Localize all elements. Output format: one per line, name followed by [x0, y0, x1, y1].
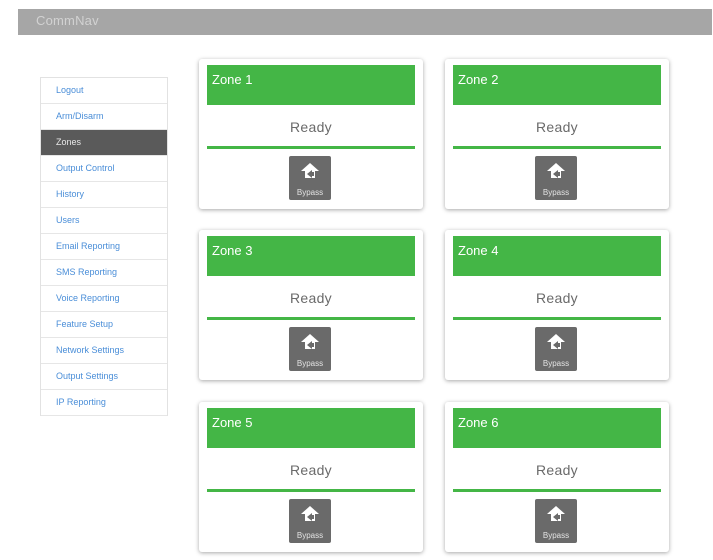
sidebar-item-email-reporting[interactable]: Email Reporting — [41, 234, 167, 260]
zone-status-bar — [207, 317, 415, 320]
bypass-label: Bypass — [296, 531, 324, 540]
bypass-button[interactable]: Bypass — [289, 327, 331, 371]
sidebar-item-arm-disarm[interactable]: Arm/Disarm — [41, 104, 167, 130]
zone-card: Zone 6 Ready Bypass — [445, 402, 669, 552]
sidebar-item-zones[interactable]: Zones — [41, 130, 167, 156]
zone-title: Zone 2 — [458, 72, 499, 87]
zone-status: Ready — [290, 462, 332, 478]
bypass-button[interactable]: Bypass — [535, 499, 577, 543]
zone-header: Zone 1 — [207, 65, 415, 105]
zone-title: Zone 3 — [212, 243, 253, 258]
zone-header: Zone 5 — [207, 408, 415, 448]
zone-card: Zone 1 Ready Bypass — [199, 59, 423, 209]
sidebar-item-users[interactable]: Users — [41, 208, 167, 234]
zone-status-bar — [453, 146, 661, 149]
house-arrow-icon — [301, 506, 319, 521]
zone-header: Zone 2 — [453, 65, 661, 105]
bypass-button[interactable]: Bypass — [289, 156, 331, 200]
zone-status: Ready — [536, 290, 578, 306]
zone-header: Zone 4 — [453, 236, 661, 276]
sidebar-item-logout[interactable]: Logout — [41, 78, 167, 104]
zone-status-bar — [207, 489, 415, 492]
zone-card: Zone 5 Ready Bypass — [199, 402, 423, 552]
house-arrow-icon — [547, 506, 565, 521]
zone-status: Ready — [536, 119, 578, 135]
bypass-label: Bypass — [296, 359, 324, 368]
bypass-button[interactable]: Bypass — [535, 327, 577, 371]
zone-title: Zone 5 — [212, 415, 253, 430]
zone-status: Ready — [536, 462, 578, 478]
sidebar-nav: Logout Arm/Disarm Zones Output Control H… — [40, 77, 168, 416]
top-bar: CommNav — [18, 9, 712, 35]
zone-card: Zone 4 Ready Bypass — [445, 230, 669, 380]
house-arrow-icon — [301, 334, 319, 349]
app-title: CommNav — [36, 13, 99, 28]
sidebar-item-voice-reporting[interactable]: Voice Reporting — [41, 286, 167, 312]
zone-title: Zone 6 — [458, 415, 499, 430]
sidebar-item-feature-setup[interactable]: Feature Setup — [41, 312, 167, 338]
zone-card: Zone 3 Ready Bypass — [199, 230, 423, 380]
zone-status: Ready — [290, 119, 332, 135]
bypass-button[interactable]: Bypass — [535, 156, 577, 200]
zone-status: Ready — [290, 290, 332, 306]
zone-status-bar — [453, 317, 661, 320]
bypass-label: Bypass — [542, 531, 570, 540]
house-arrow-icon — [547, 334, 565, 349]
sidebar-item-history[interactable]: History — [41, 182, 167, 208]
house-arrow-icon — [301, 163, 319, 178]
zone-title: Zone 1 — [212, 72, 253, 87]
bypass-label: Bypass — [542, 359, 570, 368]
zone-card: Zone 2 Ready Bypass — [445, 59, 669, 209]
bypass-button[interactable]: Bypass — [289, 499, 331, 543]
bypass-label: Bypass — [296, 188, 324, 197]
zone-status-bar — [453, 489, 661, 492]
sidebar-item-ip-reporting[interactable]: IP Reporting — [41, 390, 167, 416]
bypass-label: Bypass — [542, 188, 570, 197]
zone-title: Zone 4 — [458, 243, 499, 258]
sidebar-item-output-control[interactable]: Output Control — [41, 156, 167, 182]
house-arrow-icon — [547, 163, 565, 178]
sidebar-item-sms-reporting[interactable]: SMS Reporting — [41, 260, 167, 286]
sidebar-item-network-settings[interactable]: Network Settings — [41, 338, 167, 364]
zone-header: Zone 3 — [207, 236, 415, 276]
sidebar-item-output-settings[interactable]: Output Settings — [41, 364, 167, 390]
zone-header: Zone 6 — [453, 408, 661, 448]
zone-status-bar — [207, 146, 415, 149]
